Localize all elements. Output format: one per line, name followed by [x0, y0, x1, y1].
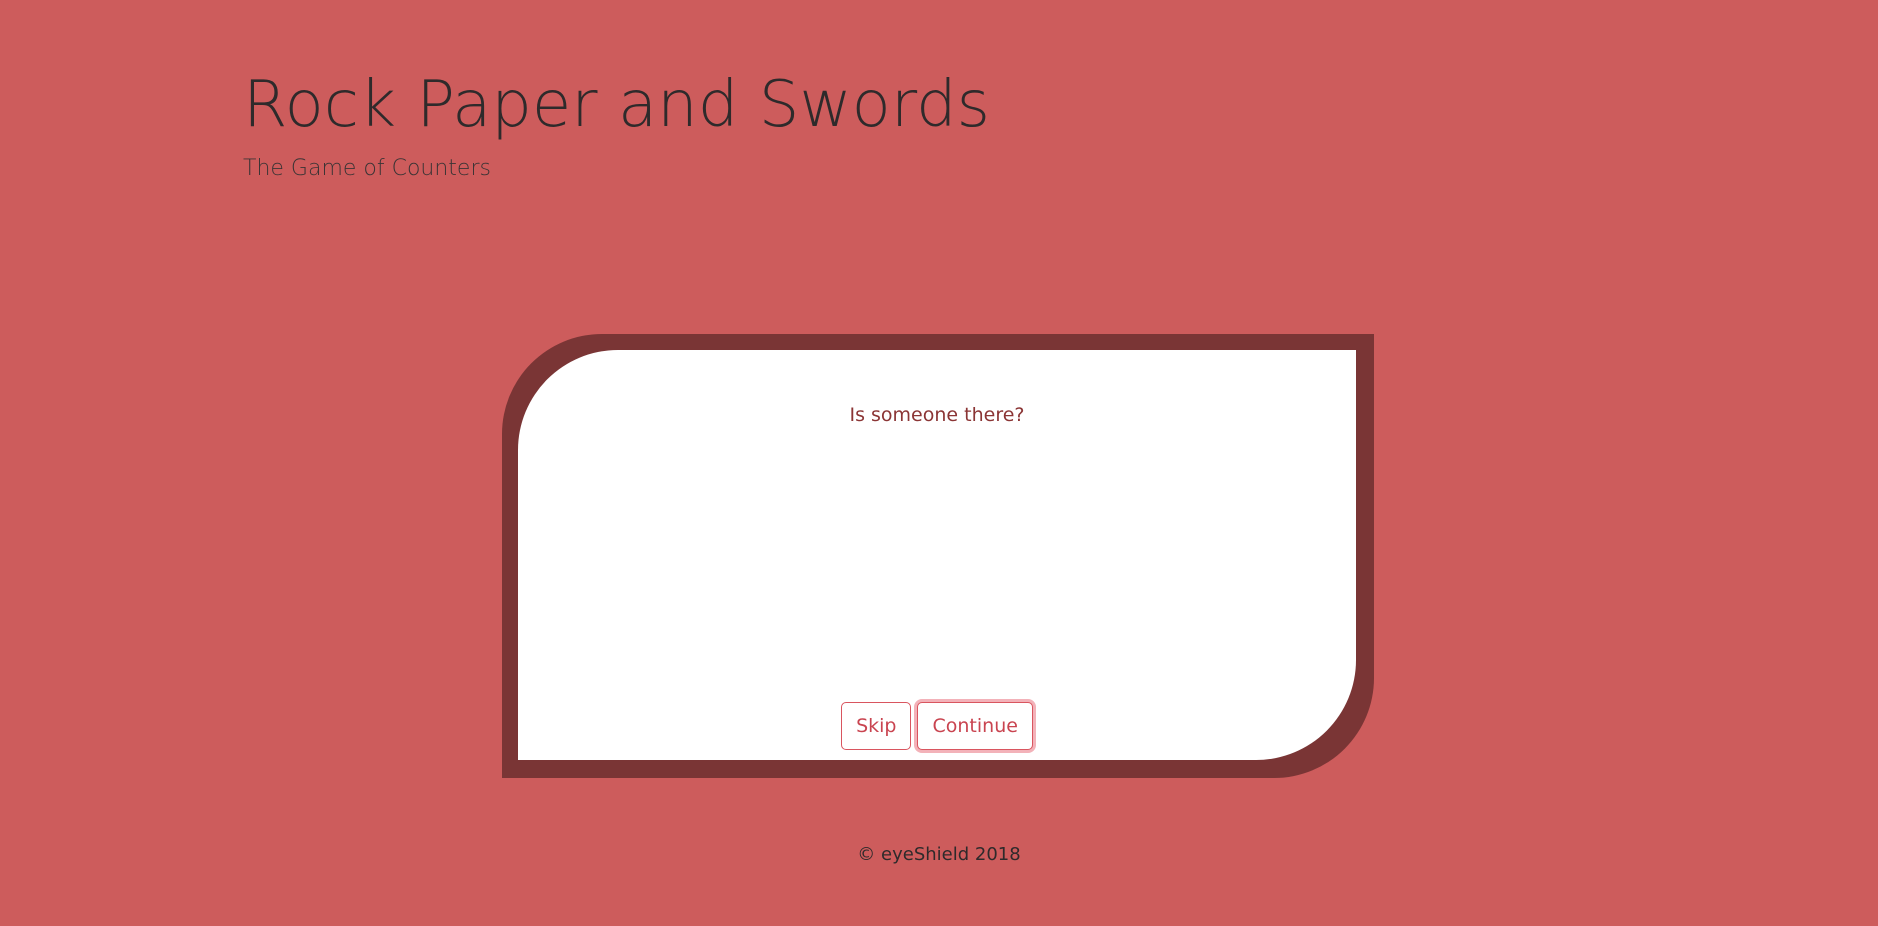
game-title: Rock Paper and Swords: [243, 68, 990, 142]
dialog-card: Is someone there? Skip Continue: [518, 350, 1356, 760]
continue-button[interactable]: Continue: [917, 702, 1033, 750]
footer-copyright: © eyeShield 2018: [857, 844, 1021, 865]
skip-button[interactable]: Skip: [841, 702, 912, 750]
dialog-message: Is someone there?: [849, 404, 1025, 426]
game-subtitle: The Game of Counters: [243, 156, 491, 181]
dialog-actions: Skip Continue: [518, 702, 1356, 750]
page-header: Rock Paper and Swords The Game of Counte…: [243, 60, 990, 181]
